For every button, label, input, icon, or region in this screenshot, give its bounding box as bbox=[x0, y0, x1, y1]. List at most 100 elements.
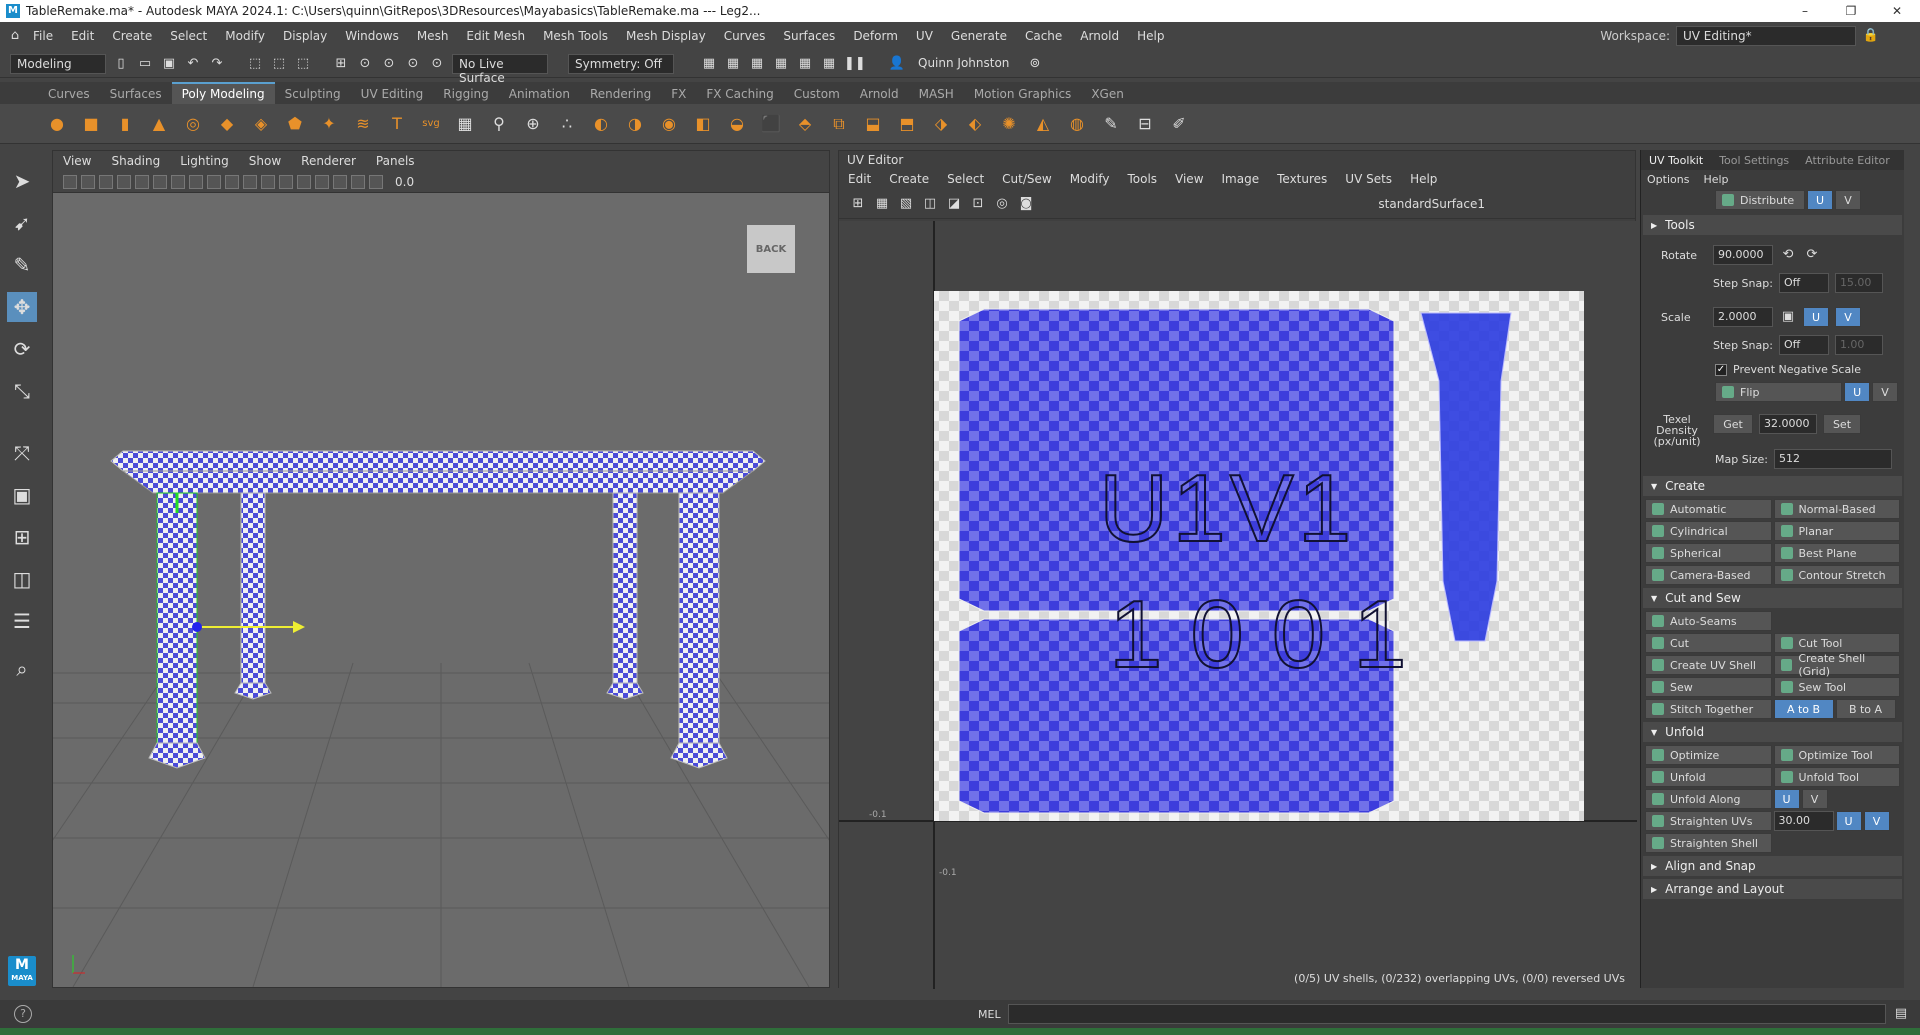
script-editor-icon[interactable]: ▤ bbox=[1892, 1005, 1910, 1023]
poly-torus-icon[interactable]: ◎ bbox=[180, 111, 206, 137]
scale-step-snap-dropdown[interactable]: Off bbox=[1778, 335, 1829, 355]
straighten-v-button[interactable]: V bbox=[1863, 811, 1890, 831]
render-settings-icon[interactable]: ▦ bbox=[772, 55, 790, 73]
outliner-icon[interactable]: ☰ bbox=[7, 606, 37, 636]
poly-sphere-icon[interactable]: ● bbox=[44, 111, 70, 137]
exposure-icon[interactable] bbox=[369, 174, 383, 189]
render-icon[interactable]: ▦ bbox=[724, 55, 742, 73]
paint-select-icon[interactable]: ✎ bbox=[7, 250, 37, 280]
planar-button[interactable]: Planar bbox=[1773, 521, 1900, 541]
bevel-icon[interactable]: ⬘ bbox=[792, 111, 818, 137]
vertex-weld-icon[interactable]: ∴ bbox=[554, 111, 580, 137]
menuset-dropdown[interactable]: Modeling bbox=[10, 53, 106, 74]
mel-label[interactable]: MEL bbox=[978, 1008, 1001, 1021]
poly-disc-icon[interactable]: ◈ bbox=[248, 111, 274, 137]
scale-icon[interactable]: ▣ bbox=[1779, 308, 1797, 326]
menu-modify[interactable]: Modify bbox=[216, 29, 274, 43]
unfold-button[interactable]: Unfold bbox=[1645, 767, 1772, 787]
section-tools[interactable]: Tools bbox=[1643, 215, 1902, 235]
texel-get-button[interactable]: Get bbox=[1713, 414, 1753, 434]
shelf-tab-curves[interactable]: Curves bbox=[38, 84, 100, 104]
table-leg-front-left[interactable] bbox=[156, 492, 198, 744]
uv-menu-image[interactable]: Image bbox=[1213, 172, 1269, 186]
shelf-tab-custom[interactable]: Custom bbox=[784, 84, 850, 104]
snap-curve-icon[interactable]: ⊙ bbox=[356, 55, 374, 73]
uv-image-icon[interactable]: ▧ bbox=[897, 195, 915, 213]
help-circle-icon[interactable]: ⊚ bbox=[1026, 55, 1044, 73]
scale-field[interactable]: 2.0000 bbox=[1713, 307, 1773, 327]
straighten-uvs-button[interactable]: Straighten UVs bbox=[1645, 811, 1772, 831]
search-icon[interactable]: ⌕ bbox=[7, 654, 37, 684]
prevent-negative-checkbox[interactable]: ✓ bbox=[1715, 363, 1727, 376]
reduce-icon[interactable]: ◒ bbox=[724, 111, 750, 137]
quad-draw-icon[interactable]: ✐ bbox=[1166, 111, 1192, 137]
type-icon[interactable]: T bbox=[384, 111, 410, 137]
open-scene-icon[interactable]: ▭ bbox=[136, 55, 154, 73]
append-polygon-icon[interactable]: ⬒ bbox=[894, 111, 920, 137]
uv-display-icon[interactable]: ◎ bbox=[993, 195, 1011, 213]
resolution-gate-icon[interactable] bbox=[153, 174, 167, 189]
wireframe-icon[interactable] bbox=[171, 174, 185, 189]
rotate-step-value[interactable]: 15.00 bbox=[1834, 273, 1883, 293]
flip-u-button[interactable]: U bbox=[1844, 382, 1871, 402]
unfold-tool-button[interactable]: Unfold Tool bbox=[1773, 767, 1900, 787]
edge-loop-icon[interactable]: ⊟ bbox=[1132, 111, 1158, 137]
manipulator-center[interactable] bbox=[192, 622, 202, 632]
mirror-icon[interactable]: ⚲ bbox=[486, 111, 512, 137]
uv-shaded-icon[interactable]: ◫ bbox=[921, 195, 939, 213]
section-cut-and-sew[interactable]: Cut and Sew bbox=[1643, 588, 1902, 608]
sew-button[interactable]: Sew bbox=[1645, 677, 1772, 697]
map-size-field[interactable]: 512 bbox=[1774, 449, 1892, 469]
menu-mesh-display[interactable]: Mesh Display bbox=[617, 29, 715, 43]
poly-plane-icon[interactable]: ◆ bbox=[214, 111, 240, 137]
rotate-tool-icon[interactable]: ⟳ bbox=[7, 334, 37, 364]
section-create[interactable]: Create bbox=[1643, 476, 1902, 496]
table-top[interactable] bbox=[110, 450, 766, 472]
scale-tool-icon[interactable]: ⤡ bbox=[7, 376, 37, 406]
wedge-icon[interactable]: ◭ bbox=[1030, 111, 1056, 137]
optimize-tool-button[interactable]: Optimize Tool bbox=[1773, 745, 1900, 765]
shelf-tab-sculpting[interactable]: Sculpting bbox=[275, 84, 351, 104]
uv-menu-textures[interactable]: Textures bbox=[1268, 172, 1336, 186]
help-icon[interactable]: ? bbox=[14, 1005, 32, 1023]
home-icon[interactable]: ⌂ bbox=[6, 27, 24, 45]
pause-icon[interactable]: ❚❚ bbox=[844, 55, 866, 73]
circularize-icon[interactable]: ◍ bbox=[1064, 111, 1090, 137]
uv-menu-cut-sew[interactable]: Cut/Sew bbox=[993, 172, 1061, 186]
uv-menu-edit[interactable]: Edit bbox=[839, 172, 880, 186]
snap-surface-icon[interactable]: ⊙ bbox=[404, 55, 422, 73]
command-input[interactable] bbox=[1008, 1004, 1886, 1024]
uv-distortion-icon[interactable]: ◪ bbox=[945, 195, 963, 213]
b-to-a-button[interactable]: B to A bbox=[1835, 699, 1896, 719]
textured-icon[interactable] bbox=[207, 174, 221, 189]
smooth-shade-icon[interactable] bbox=[189, 174, 203, 189]
separate-icon[interactable]: ◑ bbox=[622, 111, 648, 137]
stitch-together-button[interactable]: Stitch Together bbox=[1645, 699, 1772, 719]
smooth-icon[interactable]: ◉ bbox=[656, 111, 682, 137]
menu-windows[interactable]: Windows bbox=[336, 29, 408, 43]
uv-canvas[interactable]: U1V1 1001 -0.1 -0.1 (0/5) UV shells, (0/… bbox=[839, 221, 1637, 989]
viewport-menu-renderer[interactable]: Renderer bbox=[291, 154, 366, 168]
menu-generate[interactable]: Generate bbox=[942, 29, 1016, 43]
menu-curves[interactable]: Curves bbox=[715, 29, 775, 43]
cut-button[interactable]: Cut bbox=[1645, 633, 1772, 653]
last-tool-icon[interactable]: ⤧ bbox=[7, 438, 37, 468]
texel-set-button[interactable]: Set bbox=[1823, 414, 1861, 434]
poly-cylinder-icon[interactable]: ▮ bbox=[112, 111, 138, 137]
uv-snap-icon[interactable]: ⊡ bbox=[969, 195, 987, 213]
menu-cache[interactable]: Cache bbox=[1016, 29, 1071, 43]
section-unfold[interactable]: Unfold bbox=[1643, 722, 1902, 742]
viewport-menu-show[interactable]: Show bbox=[239, 154, 291, 168]
scale-u-button[interactable]: U bbox=[1803, 307, 1829, 327]
user-icon[interactable]: 👤 bbox=[888, 55, 906, 73]
film-gate-icon[interactable] bbox=[135, 174, 149, 189]
toolkit-options[interactable]: Options bbox=[1647, 173, 1689, 186]
viewport-menu-shading[interactable]: Shading bbox=[101, 154, 170, 168]
menu-mesh[interactable]: Mesh bbox=[408, 29, 458, 43]
render-view-icon[interactable]: ▦ bbox=[820, 55, 838, 73]
texel-density-field[interactable]: 32.0000 bbox=[1759, 414, 1817, 434]
uv-checker-icon[interactable]: ▦ bbox=[873, 195, 891, 213]
scale-step-value[interactable]: 1.00 bbox=[1834, 335, 1883, 355]
unfold-along-u-button[interactable]: U bbox=[1773, 789, 1800, 809]
shadows-icon[interactable] bbox=[243, 174, 257, 189]
